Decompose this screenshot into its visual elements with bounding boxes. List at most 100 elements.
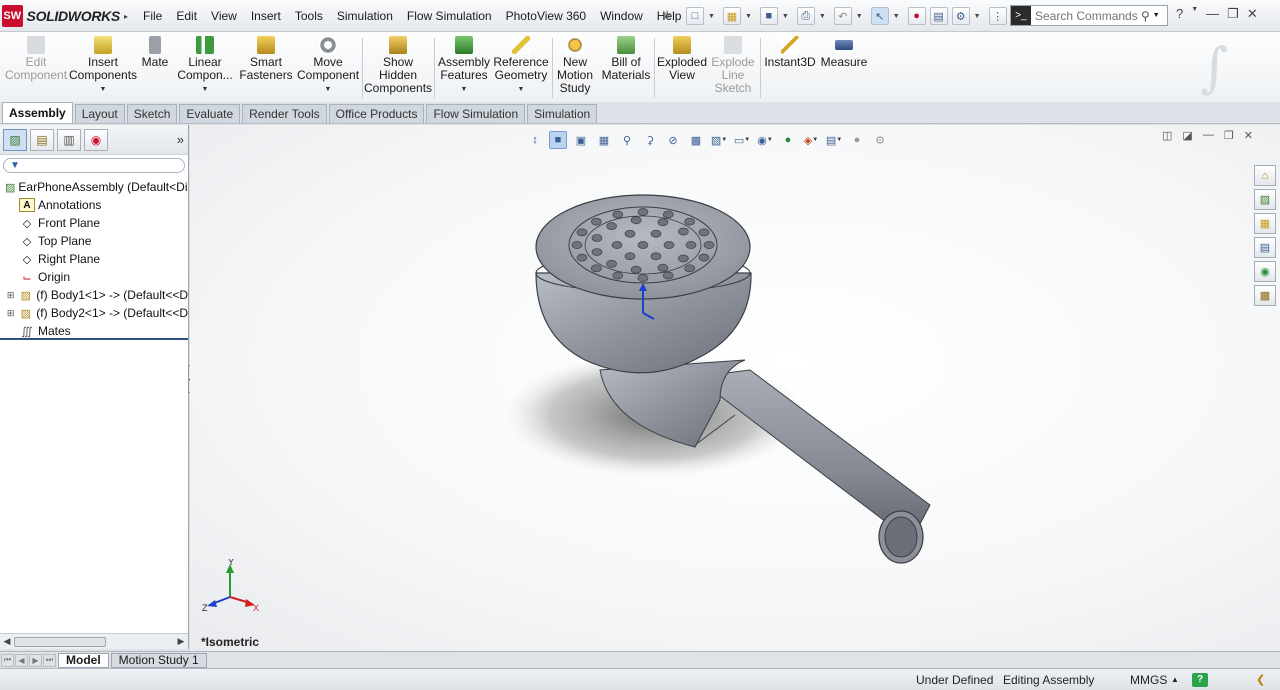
quick-tips-help-icon[interactable]: ? [1192, 672, 1208, 687]
pin-icon[interactable]: ✯ [662, 8, 676, 22]
tree-item-origin[interactable]: ⌙ Origin [0, 268, 188, 286]
solidworks-resources-icon[interactable]: ⌂ [1254, 165, 1276, 186]
show-hidden-components-button[interactable]: Show Hidden Components [364, 36, 432, 95]
search-icon[interactable]: ⚲ [1141, 9, 1150, 23]
configurationmanager-icon[interactable]: ▥ [57, 128, 81, 151]
menu-simulation[interactable]: Simulation [330, 9, 400, 23]
print-dropdown-icon[interactable]: ▼ [819, 13, 826, 20]
reference-geometry-button[interactable]: Reference Geometry ▼ [493, 36, 549, 96]
graphics-area[interactable]: ↕ ■ ▣ ▦ ⚲ ⚳ ⊘ ▩ ▧ ▼ ▭ ▼ ◉ ▼ ● ◈ ▼ ▤ ▼ ● ⚙ ◫ ◪… [190, 125, 1280, 651]
mate-button[interactable]: Mate [140, 36, 170, 69]
prev-tab-icon[interactable]: ◀ [15, 653, 28, 667]
tree-item-body2[interactable]: ⊞ ▨ (f) Body2<1> -> (Default<<D [0, 304, 188, 322]
linear-component-dropdown-icon[interactable]: ▼ [202, 83, 209, 96]
tab-motion-study-1[interactable]: Motion Study 1 [110, 652, 207, 668]
custom-properties-icon[interactable]: ▩ [1254, 285, 1276, 306]
featuremanager-tree-icon[interactable]: ▨ [3, 128, 27, 151]
menu-tools[interactable]: Tools [288, 9, 330, 23]
tab-flow-simulation[interactable]: Flow Simulation [426, 104, 526, 123]
insert-components-button[interactable]: Insert Components ▼ [69, 36, 137, 96]
tree-filter[interactable]: ▼ [3, 158, 185, 173]
open-dropdown-icon[interactable]: ▼ [745, 13, 752, 20]
minimize-icon[interactable]: — [1206, 6, 1219, 22]
open-folder-icon[interactable]: ▦ [722, 7, 741, 25]
new-motion-study-button[interactable]: New Motion Study [556, 36, 594, 95]
file-explorer-icon[interactable]: ▦ [1254, 213, 1276, 234]
rebuild-icon[interactable]: ● [907, 7, 926, 25]
explode-line-sketch-button[interactable]: Explode Line Sketch [708, 36, 758, 95]
scroll-left-icon[interactable]: ◀ [0, 636, 14, 647]
tab-simulation[interactable]: Simulation [527, 104, 598, 123]
exploded-view-button[interactable]: Exploded View [657, 36, 707, 82]
collapse-status-icon[interactable]: ❮ [1256, 673, 1265, 686]
insert-components-dropdown-icon[interactable]: ▼ [100, 83, 107, 96]
smart-fasteners-button[interactable]: Smart Fasteners [239, 36, 293, 82]
help-icon[interactable]: ? [1176, 6, 1183, 22]
tab-office-products[interactable]: Office Products [328, 104, 425, 123]
save-dropdown-icon[interactable]: ▼ [782, 13, 789, 20]
measure-button[interactable]: Measure [820, 36, 868, 69]
propertymanager-icon[interactable]: ▤ [30, 128, 54, 151]
tab-render-tools[interactable]: Render Tools [242, 104, 327, 123]
first-tab-icon[interactable]: ⏮ [1, 653, 14, 667]
menu-insert[interactable]: Insert [244, 9, 288, 23]
tree-item-top-plane[interactable]: ◇ Top Plane [0, 232, 188, 250]
appearance-manager-icon[interactable]: ◉ [84, 128, 108, 151]
unit-system-selector[interactable]: MMGS [1130, 673, 1167, 687]
print-icon[interactable]: ⎙ [796, 7, 815, 25]
scroll-thumb[interactable] [14, 636, 106, 647]
close-icon[interactable]: ✕ [1247, 6, 1258, 22]
view-palette-icon[interactable]: ▤ [1254, 237, 1276, 258]
edit-component-button[interactable]: Edit Component [5, 36, 67, 82]
reference-geometry-dropdown-icon[interactable]: ▼ [518, 83, 525, 96]
menu-edit[interactable]: Edit [169, 9, 204, 23]
search-dropdown-icon[interactable]: ▼ [1153, 12, 1160, 19]
tab-evaluate[interactable]: Evaluate [179, 104, 241, 123]
tree-horizontal-scrollbar[interactable]: ◀ ▶ [0, 633, 188, 649]
options-icon[interactable]: ⚙ [951, 7, 970, 25]
tab-sketch[interactable]: Sketch [126, 104, 178, 123]
solidworks-logo[interactable]: SW SOLIDWORKS ▸ [2, 4, 128, 28]
earphone-model[interactable] [190, 125, 1280, 651]
instant3d-button[interactable]: Instant3D [764, 36, 816, 69]
search-commands-input[interactable] [1031, 8, 1141, 23]
linear-component-pattern-button[interactable]: Linear Compon... ▼ [176, 36, 234, 96]
tree-item-annotations[interactable]: A Annotations [0, 196, 188, 214]
scroll-right-icon[interactable]: ▶ [174, 636, 188, 647]
rollback-bar[interactable] [0, 338, 188, 340]
undo-dropdown-icon[interactable]: ▼ [856, 13, 863, 20]
menu-flow-simulation[interactable]: Flow Simulation [400, 9, 499, 23]
restore-icon[interactable]: ❐ [1227, 6, 1239, 22]
menu-file[interactable]: File [136, 9, 169, 23]
last-tab-icon[interactable]: ⏭ [43, 653, 56, 667]
expand-plus-icon[interactable]: ⊞ [6, 290, 15, 301]
menu-photoview[interactable]: PhotoView 360 [499, 9, 594, 23]
help-dropdown-icon[interactable]: ▼ [1191, 6, 1198, 22]
menu-window[interactable]: Window [593, 9, 650, 23]
undo-icon[interactable]: ↶ [833, 7, 852, 25]
assembly-features-dropdown-icon[interactable]: ▼ [461, 83, 468, 96]
tab-model[interactable]: Model [58, 652, 109, 668]
search-commands-box[interactable]: >_ ⚲ ▼ [1010, 5, 1168, 26]
tree-item-assembly-root[interactable]: ▨ EarPhoneAssembly (Default<Disp [0, 178, 188, 196]
move-component-dropdown-icon[interactable]: ▼ [325, 83, 332, 96]
assembly-features-button[interactable]: Assembly Features ▼ [438, 36, 490, 96]
options-dropdown-icon[interactable]: ▼ [974, 13, 981, 20]
new-dropdown-icon[interactable]: ▼ [708, 13, 715, 20]
select-arrow-icon[interactable]: ↖ [870, 7, 889, 25]
bill-of-materials-button[interactable]: Bill of Materials [598, 36, 654, 82]
menu-view[interactable]: View [204, 9, 244, 23]
tree-item-right-plane[interactable]: ◇ Right Plane [0, 250, 188, 268]
select-dropdown-icon[interactable]: ▼ [893, 13, 900, 20]
expand-panel-icon[interactable]: » [177, 132, 184, 147]
save-icon[interactable]: ■ [759, 7, 778, 25]
expand-plus-icon[interactable]: ⊞ [6, 308, 15, 319]
customize-icon[interactable]: ⋮ [988, 7, 1007, 25]
next-tab-icon[interactable]: ▶ [29, 653, 42, 667]
tree-item-front-plane[interactable]: ◇ Front Plane [0, 214, 188, 232]
units-up-arrow-icon[interactable]: ▲ [1171, 675, 1179, 684]
design-library-icon[interactable]: ▨ [1254, 189, 1276, 210]
tab-layout[interactable]: Layout [74, 104, 125, 123]
appearances-scenes-icon[interactable]: ◉ [1254, 261, 1276, 282]
tab-assembly[interactable]: Assembly [2, 102, 73, 123]
